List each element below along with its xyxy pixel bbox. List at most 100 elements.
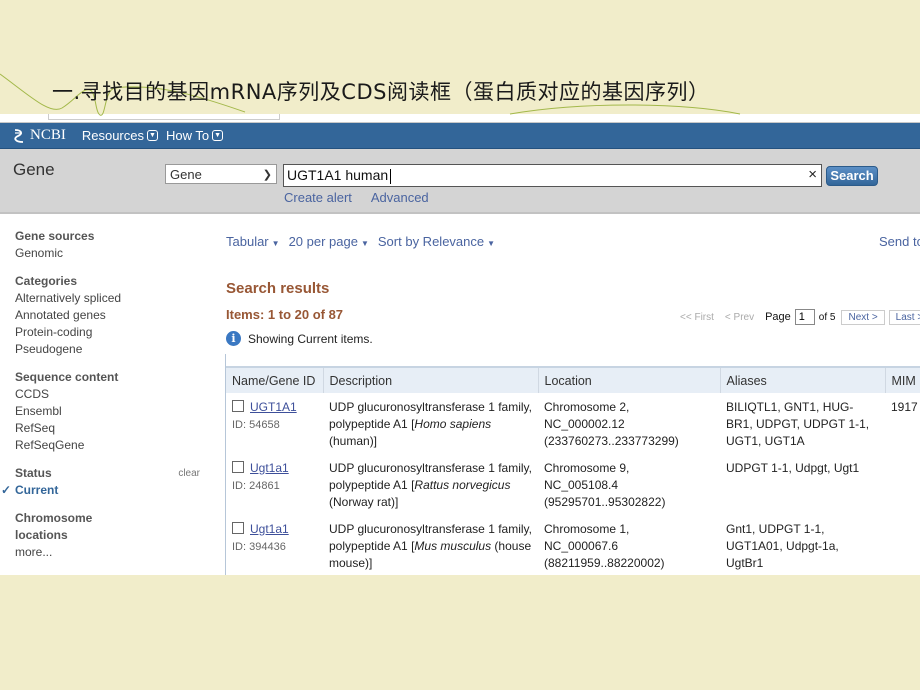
text-cursor <box>390 168 392 184</box>
filter-item[interactable]: RefSeq <box>15 420 200 437</box>
chevron-down-icon: ▼ <box>146 130 158 141</box>
filter-heading-row: Status clear <box>15 465 200 482</box>
filter-item[interactable]: RefSeqGene <box>15 437 200 454</box>
location-line: Chromosome 1, <box>544 522 630 536</box>
location-line: (95295701..95302822) <box>544 495 666 509</box>
format-dropdown[interactable]: Tabular ▼ <box>226 234 280 249</box>
mim-cell[interactable]: 1917 <box>885 393 920 454</box>
gene-id: ID: 394436 <box>232 541 286 553</box>
filter-item[interactable]: Ensembl <box>15 403 200 420</box>
filter-item[interactable]: Annotated genes <box>15 307 200 324</box>
filter-item[interactable]: Genomic <box>15 245 200 262</box>
advanced-link[interactable]: Advanced <box>371 190 429 205</box>
row-checkbox[interactable] <box>232 400 244 412</box>
description-cell: UDP glucuronosyltransferase 1 family, po… <box>323 393 538 454</box>
ncbi-screenshot: NCBI Resources ▼ How To ▼ Gene Gene ❯ UG… <box>0 114 920 575</box>
clear-filter-link[interactable]: clear <box>178 465 200 482</box>
page-total: of 5 <box>818 311 836 323</box>
per-page-label: 20 per page <box>288 234 358 249</box>
slide-title: 一.寻找目的基因mRNA序列及CDS阅读框（蛋白质对应的基因序列） <box>52 80 710 104</box>
search-input[interactable]: UGT1A1 human × <box>283 164 822 187</box>
ncbi-helix-icon <box>14 128 24 143</box>
filter-group-gene-sources: Gene sources Genomic <box>15 228 200 262</box>
filter-heading: Categories <box>15 274 78 288</box>
location-cell: Chromosome 9, NC_005108.4 (95295701..953… <box>538 454 720 515</box>
results-table: Name/Gene ID Description Location Aliase… <box>226 366 920 575</box>
prev-page-link[interactable]: < Prev <box>725 312 754 323</box>
filter-heading: Chromosome locations <box>15 511 93 542</box>
table-header-row: Name/Gene ID Description Location Aliase… <box>226 366 920 393</box>
filter-item[interactable]: Protein-coding <box>15 324 200 341</box>
ncbi-header-bar: NCBI Resources ▼ How To ▼ <box>0 123 920 149</box>
filter-item[interactable]: Alternatively spliced <box>15 290 200 307</box>
column-header[interactable]: Location <box>538 366 721 393</box>
gene-cell: Ugt1a1 ID: 394436 <box>226 515 323 575</box>
filter-group-status: Status clear Current <box>1 465 200 499</box>
send-to-dropdown[interactable]: Send to <box>879 234 920 249</box>
description-cell: UDP glucuronosyltransferase 1 family, po… <box>323 515 538 575</box>
location-line: NC_000067.6 <box>544 539 619 553</box>
nav-how-to[interactable]: How To ▼ <box>165 128 224 143</box>
page-number-input[interactable]: 1 <box>794 309 815 325</box>
column-header[interactable]: Aliases <box>720 366 886 393</box>
page-label: Page <box>765 311 791 323</box>
location-line: (88211959..88220002) <box>544 556 665 570</box>
nav-how-to-label: How To <box>165 128 210 143</box>
database-select-value: Gene <box>170 166 202 182</box>
location-line: Chromosome 2, <box>544 400 630 414</box>
more-link[interactable]: more... <box>15 544 200 561</box>
last-page-button[interactable]: Last >> <box>888 309 920 325</box>
chevron-down-icon: ❯ <box>262 168 272 181</box>
gene-cell: Ugt1a1 ID: 24861 <box>226 454 323 515</box>
gene-cell: UGT1A1 ID: 54658 <box>226 393 323 454</box>
gene-link[interactable]: UGT1A1 <box>250 400 297 414</box>
filter-heading: Status <box>15 466 52 480</box>
mim-cell <box>885 515 920 575</box>
gene-link[interactable]: Ugt1a1 <box>250 461 289 475</box>
location-cell: Chromosome 2, NC_000002.12 (233760273..2… <box>538 393 720 454</box>
row-checkbox[interactable] <box>232 461 244 473</box>
next-page-button[interactable]: Next > <box>841 309 885 325</box>
gene-link[interactable]: Ugt1a1 <box>250 522 289 536</box>
nav-resources-label: Resources <box>81 128 144 143</box>
location-line: NC_005108.4 <box>544 478 619 492</box>
aliases-cell: UDPGT 1-1, Udpgt, Ugt1 <box>726 461 860 475</box>
first-page-link[interactable]: << First <box>680 312 714 323</box>
clear-icon[interactable]: × <box>808 166 817 183</box>
results-panel: Tabular ▼ 20 per page ▼ Sort by Relevance ▼… <box>226 228 920 570</box>
ncbi-logo[interactable]: NCBI <box>12 127 66 144</box>
gene-id: ID: 54658 <box>232 419 280 431</box>
caret-down-icon: ▼ <box>271 239 280 248</box>
column-header[interactable]: Description <box>323 366 539 393</box>
pagination: << First < Prev Page 1 of 5 Next > Last … <box>680 309 920 325</box>
location-line: NC_000002.12 <box>544 417 625 431</box>
top-strip <box>0 114 920 123</box>
database-select[interactable]: Gene ❯ <box>165 164 277 184</box>
search-button[interactable]: Search <box>826 166 878 186</box>
create-alert-link[interactable]: Create alert <box>284 190 352 205</box>
nav-resources[interactable]: Resources ▼ <box>82 128 158 143</box>
info-icon: i <box>226 331 241 346</box>
aliases-cell: Gnt1, UDPGT 1-1, UGT1A01, Udpgt-1a, UgtB… <box>726 522 839 570</box>
chevron-down-icon: ▼ <box>212 130 224 141</box>
filter-item-active[interactable]: Current <box>1 482 200 499</box>
column-header[interactable]: MIM <box>885 366 920 393</box>
location-line: Chromosome 9, <box>544 461 630 475</box>
aliases-cell: BILIQTL1, GNT1, HUG-BR1, UDPGT, UDPGT 1-… <box>726 400 870 448</box>
search-input-value: UGT1A1 human <box>287 167 389 183</box>
per-page-dropdown[interactable]: 20 per page ▼ <box>289 234 369 249</box>
filter-heading: Gene sources <box>15 229 95 243</box>
format-label: Tabular <box>226 234 269 249</box>
info-text: Showing Current items. <box>248 331 373 346</box>
sort-dropdown[interactable]: Sort by Relevance ▼ <box>378 234 495 249</box>
filter-sidebar: Gene sources Genomic Categories Alternat… <box>1 228 200 572</box>
filter-item[interactable]: CCDS <box>15 386 200 403</box>
column-header[interactable]: Name/Gene ID <box>226 366 324 393</box>
description-tail: (human)] <box>329 434 378 448</box>
location-line: (233760273..233773299) <box>544 434 679 448</box>
row-checkbox[interactable] <box>232 522 244 534</box>
filter-group-categories: Categories Alternatively spliced Annotat… <box>15 273 200 358</box>
table-row: UGT1A1 ID: 54658 UDP glucuronosyltransfe… <box>226 393 920 454</box>
filter-item[interactable]: Pseudogene <box>15 341 200 358</box>
filter-group-sequence-content: Sequence content CCDS Ensembl RefSeq Ref… <box>15 369 200 454</box>
